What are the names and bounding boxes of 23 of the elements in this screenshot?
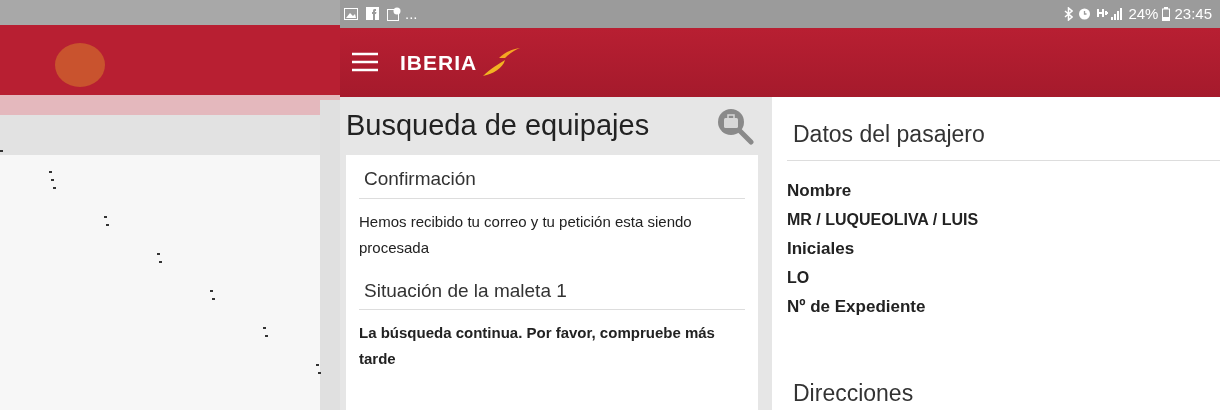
section-heading: Direcciones [792,378,915,408]
section-text: La búsqueda continua. Por favor, compruebe más tarde [359,323,716,369]
section-heading: Confirmación [359,155,745,199]
section-heading: Datos del pasajero [787,97,1220,161]
field-label: Nombre [787,179,853,202]
alarm-icon [1077,6,1093,22]
luggage-search-icon [716,107,754,145]
battery-percent: 24% [1128,3,1159,24]
field-value: MR / LUQUEOLIVA / LUIS [787,209,980,230]
field-label: Iniciales [787,237,856,260]
section-heading: Situación de la maleta 1 [359,266,745,310]
iberia-logo: IBERIA [400,49,478,76]
image-icon [344,7,358,20]
clock-time: 23:45 [1174,3,1212,24]
field-value: LO [787,267,811,288]
wing-logo-icon [481,46,522,79]
notification-overflow: ... [405,3,418,24]
field-label: Nº de Expediente [787,295,927,318]
signal-icon [1096,6,1125,21]
section-text: Hemos recibido tu correo y tu petición esta siendo procesada [359,211,693,258]
bluetooth-icon [1064,6,1074,21]
battery-icon [1162,6,1171,21]
page-title: Busqueda de equipajes [346,108,650,144]
